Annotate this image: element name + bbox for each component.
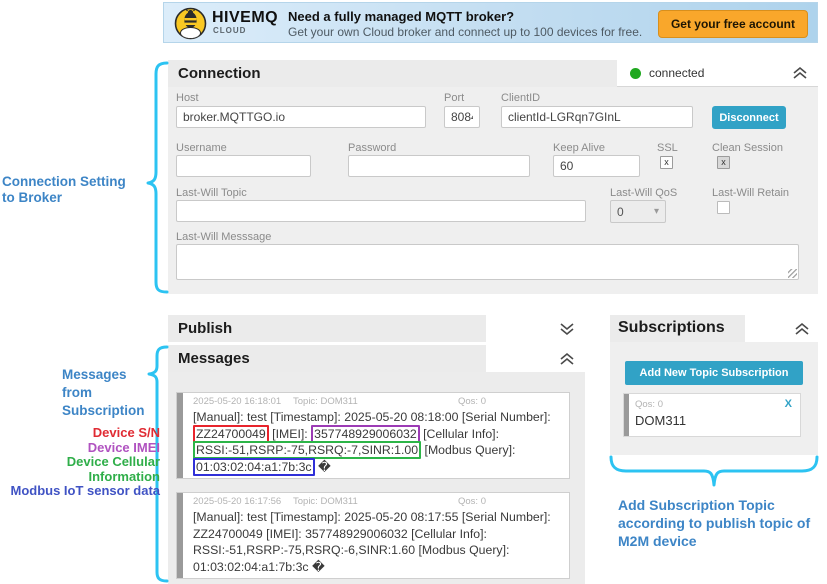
legend-device-imei: Device IMEI xyxy=(0,441,160,456)
message-time: 2025-05-20 16:18:01 xyxy=(193,396,293,407)
connected-status-icon xyxy=(630,68,641,79)
last-will-message-label: Last-Will Messsage xyxy=(176,231,271,243)
message-topic: Topic: DOM311 xyxy=(293,396,458,407)
banner-headline: Need a fully managed MQTT broker? xyxy=(288,9,514,24)
cellular-info-highlight: RSSI:-51,RSRP:-75,RSRQ:-7,SINR:1.00 xyxy=(193,441,421,459)
keep-alive-label: Keep Alive xyxy=(553,142,605,154)
device-field-legend: Device S/N Device IMEI Device Cellular I… xyxy=(0,426,160,499)
last-will-topic-input[interactable] xyxy=(176,200,586,222)
subscription-accent-bar xyxy=(624,394,629,436)
annotation-connection-setting: Connection Setting to Broker xyxy=(2,174,157,206)
message-qos: Qos: 0 xyxy=(458,496,486,507)
payload-text: [Manual]: test [Timestamp]: 2025-05-20 0… xyxy=(193,410,551,424)
collapse-subscriptions-icon[interactable] xyxy=(794,322,810,336)
publish-section: Publish xyxy=(168,315,585,342)
password-input[interactable] xyxy=(348,155,530,177)
message-meta: 2025-05-20 16:18:01 Topic: DOM311 Qos: 0 xyxy=(177,393,569,408)
password-label: Password xyxy=(348,142,396,154)
payload-text: [Cellular Info]: xyxy=(420,427,499,441)
ssl-label: SSL xyxy=(657,142,678,154)
modbus-data-highlight: 01:03:02:04:a1:7b:3c xyxy=(193,458,315,476)
legend-device-cellular: Device Cellular Information xyxy=(0,455,160,484)
username-input[interactable] xyxy=(176,155,311,177)
remove-subscription-button[interactable]: X xyxy=(785,398,792,410)
subscriptions-section: Subscriptions Add New Topic Subscription… xyxy=(610,315,818,455)
message-qos: Qos: 0 xyxy=(458,396,486,407)
subscriptions-title: Subscriptions xyxy=(618,319,725,337)
clientid-label: ClientID xyxy=(501,92,540,104)
hivemq-banner: HIVEMQ CLOUD Need a fully managed MQTT b… xyxy=(163,2,818,43)
connection-status-tab: connected xyxy=(617,60,818,87)
last-will-qos-label: Last-Will QoS xyxy=(610,187,677,199)
payload-text: � xyxy=(315,460,331,474)
annotation-add-subscription-topic: Add Subscription Topic according to publ… xyxy=(618,496,826,550)
messages-title: Messages xyxy=(178,350,250,367)
connection-status-text: connected xyxy=(649,66,792,80)
subscription-item: Qos: 0 X DOM311 xyxy=(623,393,801,437)
username-label: Username xyxy=(176,142,227,154)
subscription-qos: Qos: 0 xyxy=(635,399,663,410)
subscriptions-body: Add New Topic Subscription Qos: 0 X DOM3… xyxy=(610,342,818,455)
last-will-topic-label: Last-Will Topic xyxy=(176,187,247,199)
subscription-topic: DOM311 xyxy=(635,413,686,428)
legend-modbus-data: Modbus IoT sensor data xyxy=(0,484,160,499)
get-free-account-button[interactable]: Get your free account xyxy=(658,10,808,38)
subscriptions-brace-annotation xyxy=(608,455,820,491)
brand-name: HIVEMQ xyxy=(212,10,278,26)
last-will-retain-checkbox[interactable] xyxy=(717,201,730,214)
message-card: 2025-05-20 16:17:56 Topic: DOM311 Qos: 0… xyxy=(176,492,570,579)
host-input[interactable] xyxy=(176,106,426,128)
banner-subheadline: Get your own Cloud broker and connect up… xyxy=(288,25,642,39)
last-will-qos-value: 0 xyxy=(617,205,624,219)
messages-list: 2025-05-20 16:18:01 Topic: DOM311 Qos: 0… xyxy=(168,372,585,584)
keep-alive-input[interactable] xyxy=(553,155,640,177)
add-new-topic-subscription-button[interactable]: Add New Topic Subscription xyxy=(625,361,803,385)
annotation-messages-from-subscription: Messages from Subscription xyxy=(62,366,145,420)
message-topic: Topic: DOM311 xyxy=(293,496,458,507)
brand-block: HIVEMQ CLOUD xyxy=(212,10,278,35)
collapse-connection-icon[interactable] xyxy=(792,66,808,80)
last-will-qos-select[interactable]: 0 ▾ xyxy=(610,200,666,223)
expand-publish-icon[interactable] xyxy=(559,322,575,336)
port-input[interactable] xyxy=(444,106,480,128)
hivemq-logo-icon xyxy=(174,7,207,40)
disconnect-button[interactable]: Disconnect xyxy=(712,106,786,129)
collapse-messages-icon[interactable] xyxy=(559,352,575,366)
payload-text: [Modbus Query]: xyxy=(421,443,515,457)
connection-panel: Connection connected Host Port ClientID … xyxy=(168,60,818,294)
message-card: 2025-05-20 16:18:01 Topic: DOM311 Qos: 0… xyxy=(176,392,570,479)
payload-text: [IMEI]: xyxy=(269,427,311,441)
brand-subname: CLOUD xyxy=(212,27,278,35)
clientid-input[interactable] xyxy=(501,106,693,128)
host-label: Host xyxy=(176,92,199,104)
device-imei-highlight: 357748929006032 xyxy=(311,425,420,443)
message-accent-bar xyxy=(177,493,183,578)
clean-session-label: Clean Session xyxy=(712,142,783,154)
last-will-retain-label: Last-Will Retain xyxy=(712,187,789,199)
dropdown-arrow-icon: ▾ xyxy=(654,206,659,217)
legend-device-sn: Device S/N xyxy=(0,426,160,441)
message-payload: [Manual]: test [Timestamp]: 2025-05-20 0… xyxy=(177,408,569,475)
message-payload: [Manual]: test [Timestamp]: 2025-05-20 0… xyxy=(177,508,569,575)
ssl-checkbox[interactable]: x xyxy=(660,156,673,169)
connection-title: Connection xyxy=(178,65,261,82)
messages-section: Messages 2025-05-20 16:18:01 Topic: DOM3… xyxy=(168,345,585,584)
port-label: Port xyxy=(444,92,464,104)
device-serial-highlight: ZZ24700049 xyxy=(193,425,269,443)
clean-session-checkbox[interactable]: x xyxy=(717,156,730,169)
message-time: 2025-05-20 16:17:56 xyxy=(193,496,293,507)
message-meta: 2025-05-20 16:17:56 Topic: DOM311 Qos: 0 xyxy=(177,493,569,508)
publish-header-bar: Publish xyxy=(168,315,486,342)
message-accent-bar xyxy=(177,393,183,478)
publish-title: Publish xyxy=(178,320,232,337)
connection-brace-annotation xyxy=(145,60,169,295)
textarea-resize-handle-icon[interactable] xyxy=(788,269,797,278)
last-will-message-textarea[interactable] xyxy=(176,244,799,280)
